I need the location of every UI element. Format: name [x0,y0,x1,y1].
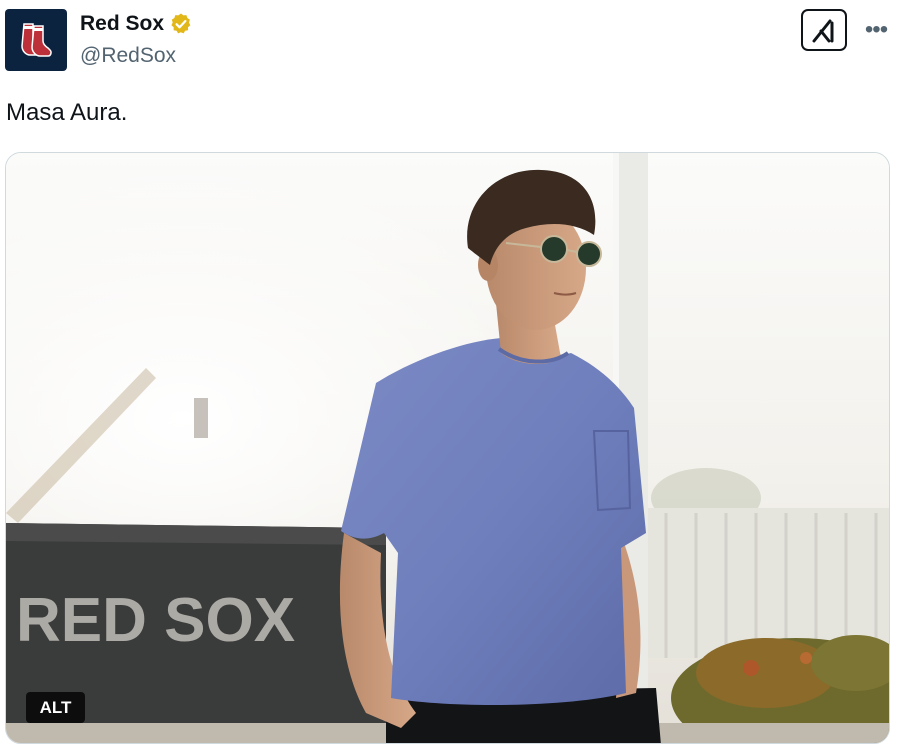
player-photo: RED SOX [6,153,889,743]
profile-avatar[interactable] [5,9,67,71]
more-icon: ••• [864,16,888,43]
alt-text-button[interactable]: ALT [26,692,85,723]
tweet-photo[interactable]: RED SOX [5,152,890,744]
red-sox-logo-icon [21,23,52,57]
account-handle[interactable]: @RedSox [80,44,176,68]
grok-icon [812,19,834,43]
display-name[interactable]: Red Sox [80,12,164,36]
banner-text: RED SOX [16,586,295,655]
tweet-text: Masa Aura. [6,99,128,126]
grok-button[interactable] [801,9,847,51]
account-name-row: Red Sox [80,12,193,36]
verified-gold-icon[interactable] [169,12,193,36]
more-options-button[interactable]: ••• [862,16,890,43]
